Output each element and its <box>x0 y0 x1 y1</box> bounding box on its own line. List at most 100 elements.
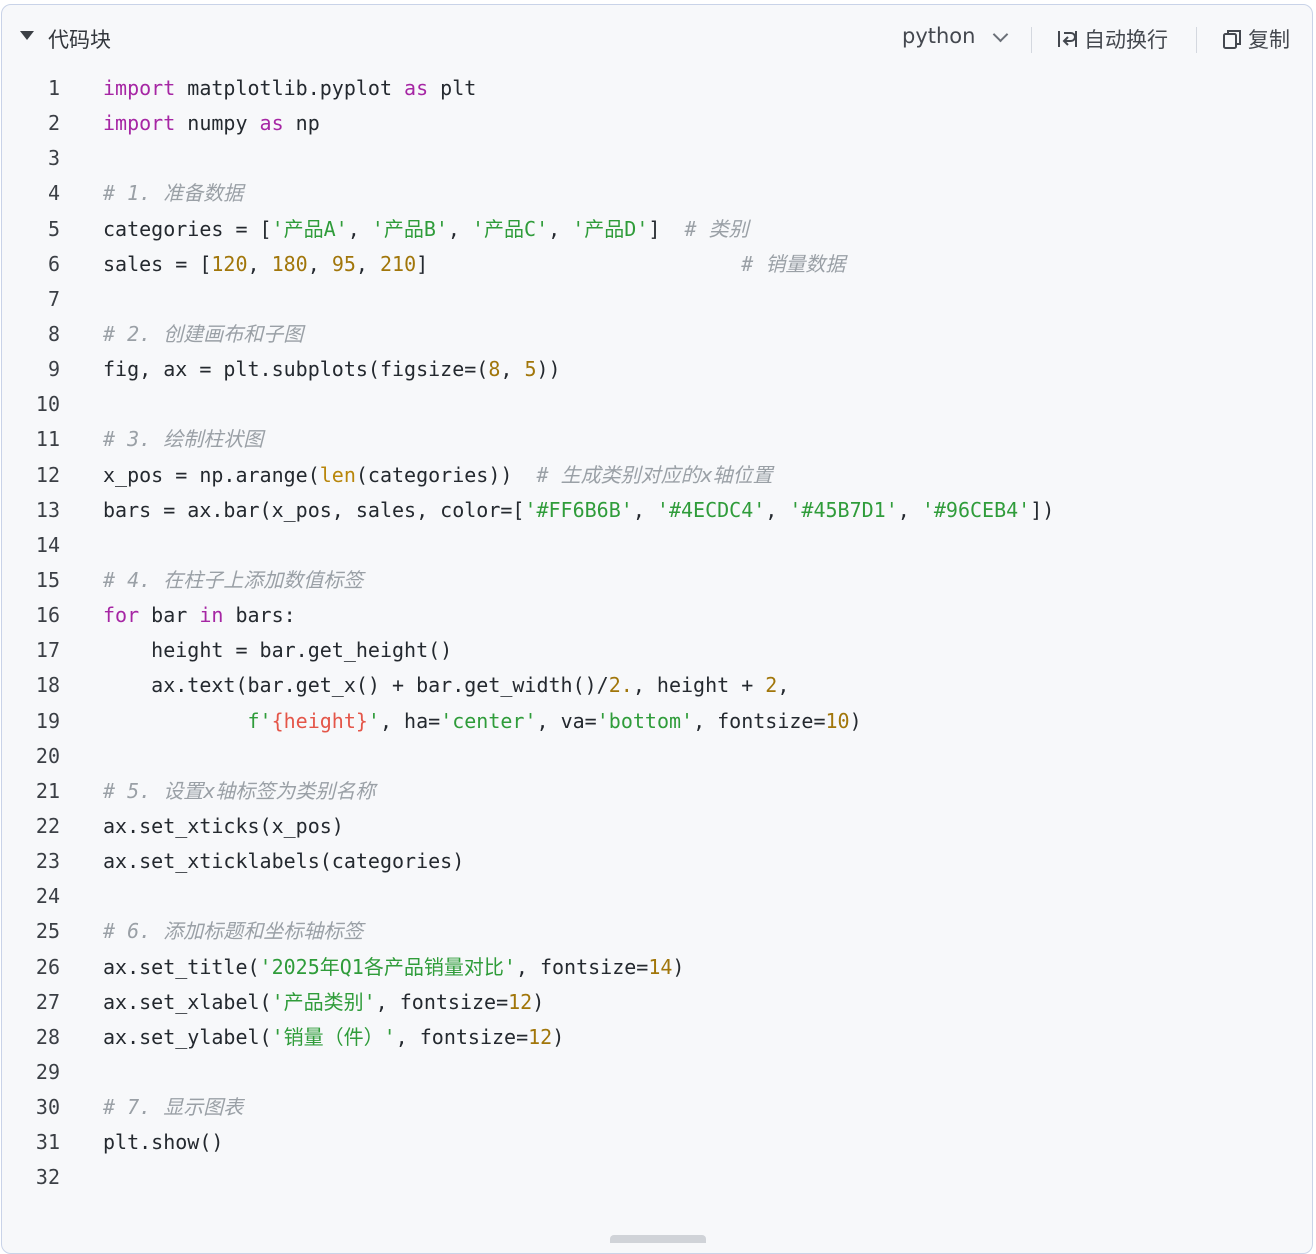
code-token: 12 <box>528 1024 553 1049</box>
copy-label: 复制 <box>1248 28 1290 52</box>
code-token: for <box>103 603 140 628</box>
line-number: 13 <box>35 497 60 522</box>
code-token: ) <box>532 989 545 1014</box>
code-token: 5 <box>524 357 537 382</box>
code-comment: # 7. 显示图表 <box>103 1095 244 1120</box>
code-token: '产品D' <box>572 216 649 241</box>
line-number: 10 <box>35 392 60 417</box>
language-selector[interactable]: python <box>902 24 975 48</box>
code-token: x_pos = np.arange( <box>103 462 320 487</box>
code-token: , <box>632 497 657 522</box>
code-line: 15 # 4. 在柱子上添加数值标签 <box>2 563 1312 598</box>
code-line: 27 ax.set_xlabel('产品类别', fontsize=12) <box>2 985 1312 1020</box>
code-token: import <box>103 76 176 100</box>
code-comment: # 销量数据 <box>741 251 846 276</box>
code-text: plt.show() <box>103 1125 223 1160</box>
line-number: 15 <box>35 567 60 592</box>
code-token: ] <box>648 216 685 241</box>
line-number: 3 <box>47 146 60 171</box>
code-text: # 4. 在柱子上添加数值标签 <box>103 563 363 598</box>
horizontal-scrollbar[interactable] <box>610 1235 706 1243</box>
code-token: ) <box>849 708 862 733</box>
code-token: ax.set_xticks(x_pos) <box>103 813 344 838</box>
code-line: 22 ax.set_xticks(x_pos) <box>2 809 1312 844</box>
line-number: 22 <box>35 813 60 838</box>
line-number: 7 <box>47 286 60 311</box>
code-token: ax.set_xlabel( <box>103 989 272 1014</box>
chevron-down-icon[interactable] <box>992 26 1009 43</box>
line-number: 16 <box>35 603 60 628</box>
code-token: , <box>447 216 473 241</box>
code-token: ax.set_xticklabels(categories) <box>103 849 465 874</box>
line-number: 11 <box>35 427 60 452</box>
code-line: 12 x_pos = np.arange(len(categories)) # 生… <box>2 458 1312 493</box>
code-area[interactable]: 1 import matplotlib.pyplot as plt 2 import … <box>2 71 1312 1196</box>
code-text: # 2. 创建画布和子图 <box>103 317 303 352</box>
code-token: 210 <box>380 251 417 276</box>
code-token: numpy <box>175 111 260 136</box>
code-token: , fontsize= <box>375 989 509 1014</box>
code-text: # 5. 设置x轴标签为类别名称 <box>103 774 375 809</box>
line-number: 4 <box>47 181 60 206</box>
code-token: fig, ax = plt.subplots(figsize=( <box>103 357 489 382</box>
code-token: bars: <box>223 603 296 628</box>
code-token: 180 <box>271 251 308 276</box>
code-token: 2. <box>608 673 633 698</box>
code-token: 2 <box>765 673 778 698</box>
code-token: ) <box>552 1024 565 1049</box>
code-token: bars = ax.bar(x_pos, sales, color=[ <box>103 497 525 522</box>
code-token: '#4ECDC4' <box>656 497 766 522</box>
code-token: bar <box>139 603 200 628</box>
code-token: , <box>307 251 332 276</box>
line-number: 5 <box>47 216 60 241</box>
code-token: (categories)) <box>355 462 537 487</box>
code-token: , ha= <box>379 708 441 733</box>
code-token: '#45B7D1' <box>789 497 898 522</box>
code-line: 9 fig, ax = plt.subplots(figsize=(8, 5)) <box>2 352 1312 387</box>
code-line: 7 <box>2 282 1312 317</box>
code-token: , <box>355 251 380 276</box>
code-comment: # 1. 准备数据 <box>103 181 244 206</box>
code-line: 6 sales = [120, 180, 95, 210] # 销量数据 <box>2 247 1312 282</box>
collapse-caret-icon[interactable] <box>20 31 34 40</box>
code-line: 20 <box>2 739 1312 774</box>
code-line: 18 ax.text(bar.get_x() + bar.get_width()… <box>2 668 1312 703</box>
code-text: import matplotlib.pyplot as plt <box>103 71 476 106</box>
line-number: 30 <box>35 1095 60 1120</box>
code-text: import numpy as np <box>103 106 320 141</box>
line-number: 31 <box>35 1130 60 1155</box>
code-text: # 7. 显示图表 <box>103 1090 243 1125</box>
line-number: 25 <box>35 919 60 944</box>
code-text: x_pos = np.arange(len(categories)) # 生成类… <box>103 458 773 493</box>
code-token: ' <box>367 708 380 733</box>
line-number: 12 <box>35 462 60 487</box>
code-text: ax.set_ylabel('销量（件）', fontsize=12) <box>103 1020 564 1055</box>
code-line: 13 bars = ax.bar(x_pos, sales, color=['#F… <box>2 493 1312 528</box>
code-line: 24 <box>2 879 1312 914</box>
code-token: import <box>103 111 176 136</box>
code-line: 11 # 3. 绘制柱状图 <box>2 422 1312 457</box>
code-token: np <box>283 111 320 136</box>
code-token: , <box>765 497 790 522</box>
code-token: '2025年Q1各产品销量对比' <box>259 954 516 979</box>
line-number: 28 <box>35 1024 60 1049</box>
code-token: '产品B' <box>371 216 448 241</box>
code-token: , <box>347 216 372 241</box>
code-line: 3 <box>2 141 1312 176</box>
code-block-title: 代码块 <box>48 28 111 52</box>
code-comment: # 3. 绘制柱状图 <box>103 427 264 452</box>
line-number: 17 <box>35 638 60 663</box>
code-comment: # 4. 在柱子上添加数值标签 <box>103 567 364 592</box>
code-line: 31 plt.show() <box>2 1125 1312 1160</box>
line-number: 14 <box>35 532 60 557</box>
copy-icon <box>1223 30 1241 49</box>
code-token: , height + <box>632 673 766 698</box>
line-number: 32 <box>35 1165 60 1190</box>
copy-button[interactable]: 复制 <box>1220 24 1290 54</box>
code-text: # 3. 绘制柱状图 <box>103 422 263 457</box>
code-token: , <box>897 497 922 522</box>
code-text: for bar in bars: <box>103 598 296 633</box>
code-text: f'{height}', ha='center', va='bottom', f… <box>103 704 862 739</box>
code-line: 17 height = bar.get_height() <box>2 633 1312 668</box>
word-wrap-button[interactable]: 自动换行 <box>1056 24 1168 54</box>
